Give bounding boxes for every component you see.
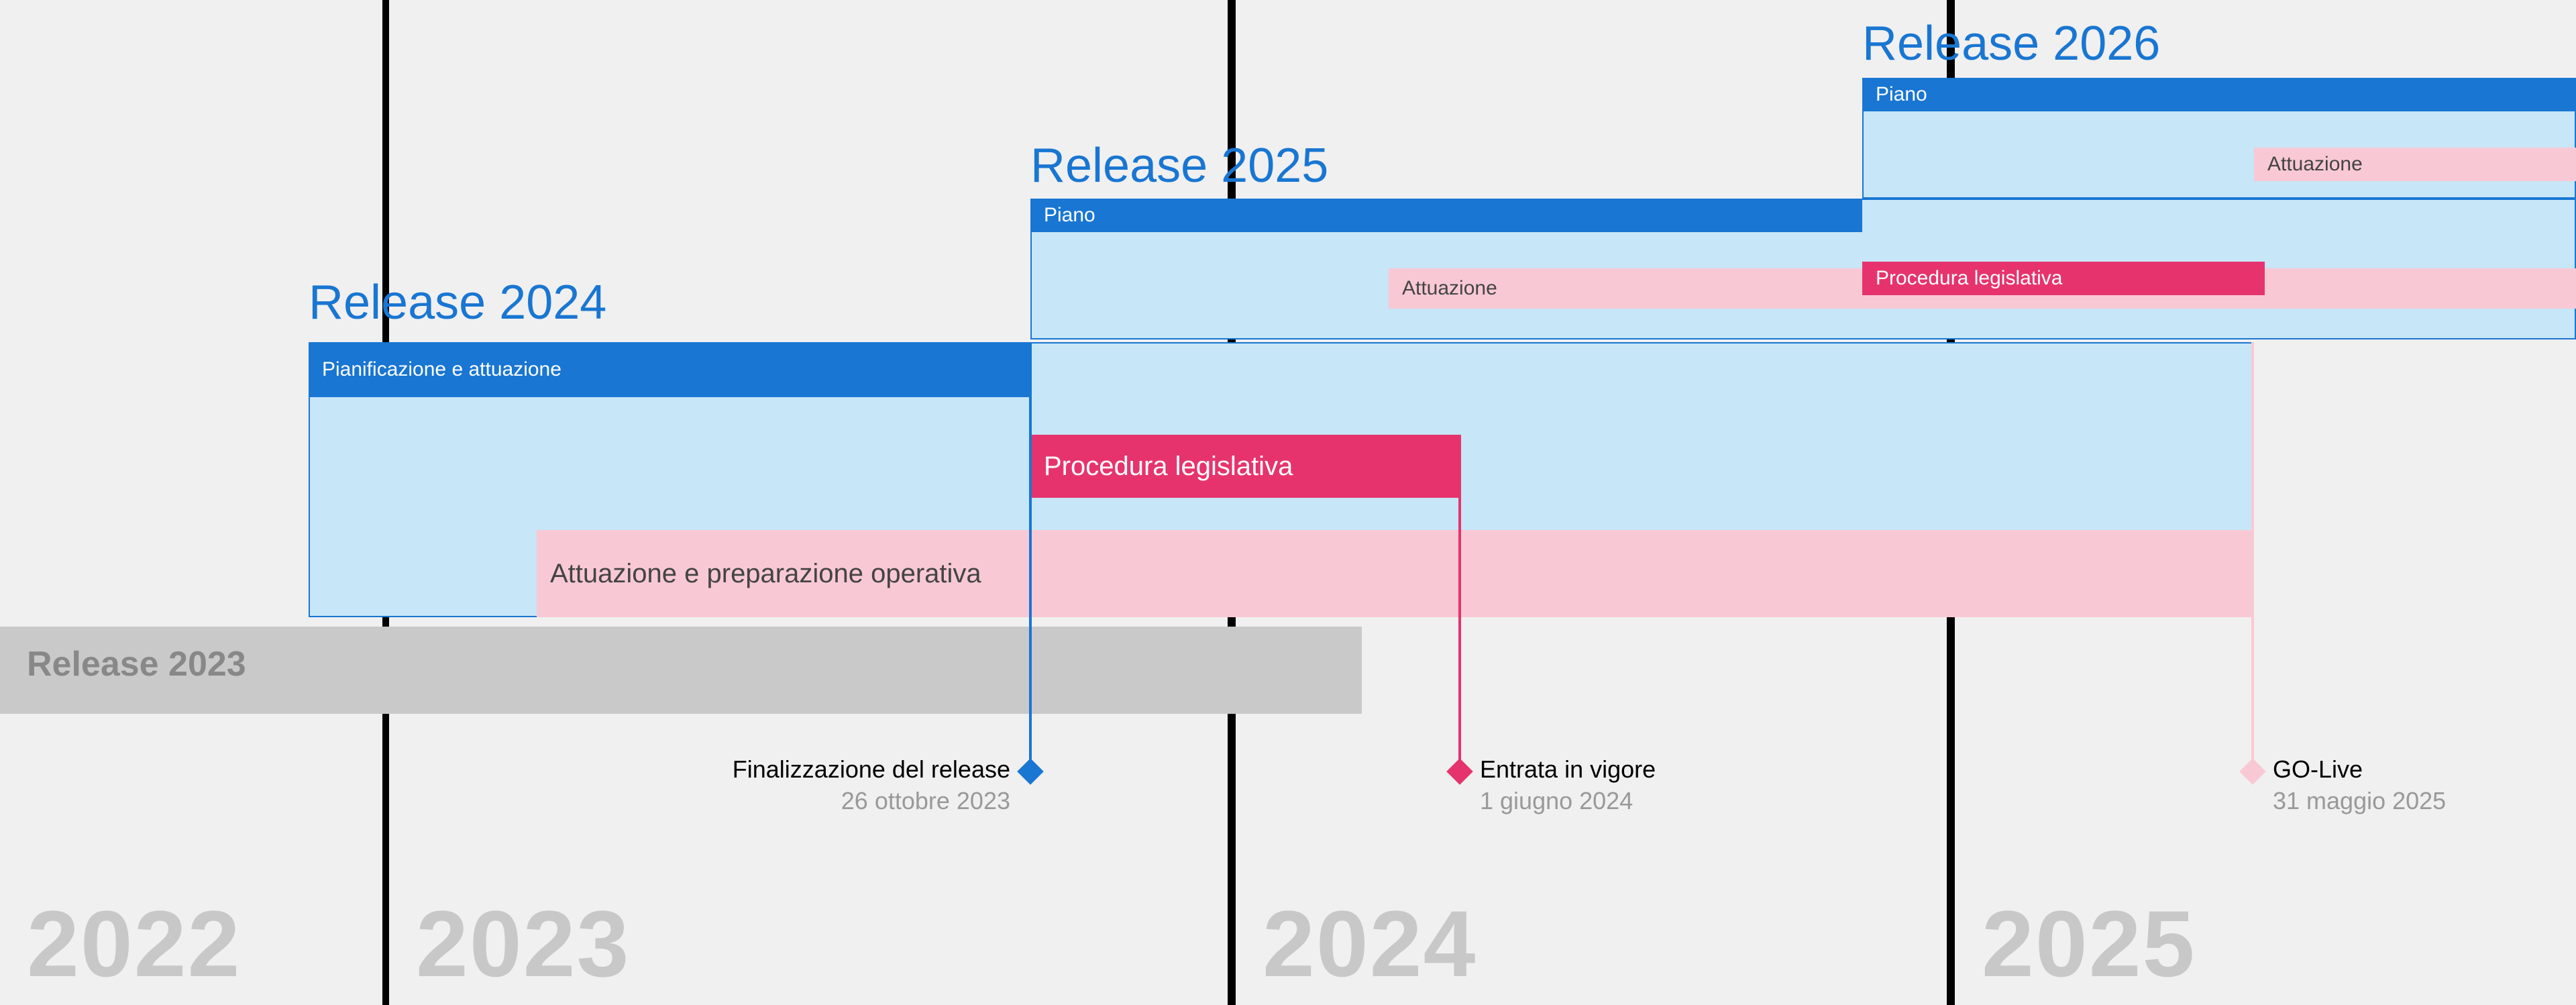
release-2024-attuazione-label: Attuazione e preparazione operativa [550, 559, 981, 589]
milestone-label: Entrata in vigore1 giugno 2024 [1480, 754, 1656, 817]
release-2024-piano-label: Pianificazione e attuazione [322, 358, 561, 381]
release-2025-procedura-bar: Procedura legislativa [1862, 262, 2265, 295]
release-2025-procedura-label: Procedura legislativa [1876, 267, 2062, 290]
release-2026-attuazione-bar: Attuazione [2254, 148, 2576, 181]
year-label-2023: 2023 [416, 890, 630, 998]
milestone-line [1029, 342, 1032, 772]
release-2025-attuazione-label: Attuazione [1402, 277, 1497, 300]
year-label-2022: 2022 [27, 890, 241, 998]
release-2024-procedura-bar: Procedura legislativa [1030, 435, 1460, 498]
release-2026-piano-label: Piano [1876, 83, 1927, 106]
release-2024-piano-bar: Pianificazione e attuazione [309, 342, 1030, 397]
milestone-label: GO-Live31 maggio 2025 [2273, 754, 2446, 817]
timeline-stage: 2022 2023 2024 2025 Release 2023 Pianifi… [0, 0, 2576, 1005]
release-2025-piano-bar: Piano [1030, 199, 1862, 232]
release-2026-attuazione-label: Attuazione [2267, 153, 2363, 176]
release-2024-procedura-label: Procedura legislativa [1044, 452, 1293, 482]
release-2026-title: Release 2026 [1862, 16, 2160, 71]
year-label-2024: 2024 [1263, 890, 1477, 998]
milestone-line [1458, 435, 1461, 772]
milestone-label: Finalizzazione del release26 ottobre 202… [733, 754, 1010, 817]
release-2025-piano-label: Piano [1044, 204, 1095, 227]
year-label-2025: 2025 [1982, 890, 2196, 998]
release-2024-title: Release 2024 [309, 275, 606, 330]
release-2024-attuazione-bar: Attuazione e preparazione operativa [537, 530, 2253, 617]
release-2026-piano-bar: Piano [1862, 78, 2576, 111]
release-2025-title: Release 2025 [1030, 138, 1328, 193]
release-2023-title: Release 2023 [27, 644, 246, 684]
milestone-line [2251, 342, 2254, 772]
